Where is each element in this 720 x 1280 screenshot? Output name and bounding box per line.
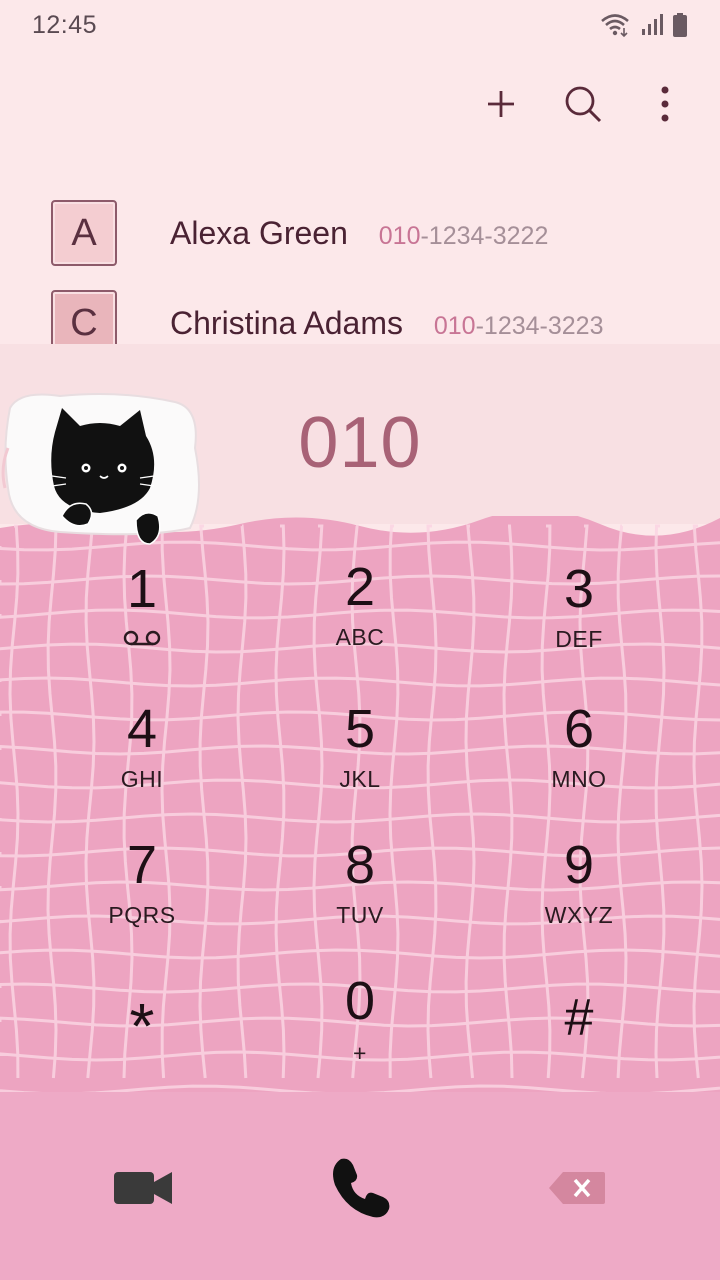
key-digit: 6 [563,699,595,759]
key-5[interactable]: 5 JKL [260,680,460,810]
key-letters: + [353,1040,367,1066]
wifi-icon [601,14,629,38]
contact-number-rest: -1234-3223 [475,311,604,340]
voicemail-icon [123,630,161,646]
contact-number-rest: -1234-3222 [420,221,549,250]
contact-initial-badge: A [51,200,117,266]
key-digit: 9 [563,835,595,895]
status-time: 12:45 [32,10,98,39]
dial-keypad: 1 2 ABC 3 DEF 4 GHI 5 JKL 6 MNO 7 PQRS 8… [0,520,720,1092]
plus-icon [488,91,514,117]
toolbar [476,72,690,136]
contact-number: 010-1234-3222 [379,222,549,250]
contact-suggestions: A Alexa Green 010-1234-3222 C Christina … [0,188,720,344]
contact-number-match: 010 [378,221,421,250]
key-letters: DEF [555,626,603,652]
key-digit: # [564,989,594,1047]
battery-icon [673,13,687,37]
contact-row[interactable]: A Alexa Green 010-1234-3222 [0,188,720,278]
key-digit: 8 [344,835,376,895]
call-button[interactable] [315,1150,405,1225]
more-vertical-icon [661,86,669,122]
key-digit: 2 [344,557,376,617]
key-4[interactable]: 4 GHI [42,680,242,810]
search-button[interactable] [558,79,608,129]
key-7[interactable]: 7 PQRS [42,816,242,946]
status-icons [600,12,688,38]
key-0[interactable]: 0 + [260,952,460,1082]
key-letters: MNO [551,766,607,792]
key-digit: 1 [126,559,158,619]
contact-initial-badge: C [51,290,117,344]
backspace-icon [549,1171,605,1204]
search-icon [565,86,602,123]
contact-name-text: Christina Adams [170,304,403,341]
key-2[interactable]: 2 ABC [260,540,460,670]
key-digit: 0 [344,971,376,1031]
contact-name: Christina Adams 010-1234-3223 [170,305,603,342]
key-letters: ABC [335,624,385,650]
key-digit: * [129,990,155,1062]
key-3[interactable]: 3 DEF [479,540,679,670]
video-call-button[interactable] [98,1150,188,1225]
key-hash[interactable]: # [479,952,679,1082]
contact-number-match: 010 [433,311,476,340]
contact-number: 010-1234-3223 [434,312,604,340]
key-digit: 4 [126,699,158,759]
video-call-icon [114,1171,172,1204]
key-8[interactable]: 8 TUV [260,816,460,946]
key-9[interactable]: 9 WXYZ [479,816,679,946]
contact-name: Alexa Green 010-1234-3222 [170,215,548,252]
add-contact-button[interactable] [476,79,526,129]
key-letters: JKL [339,766,381,792]
key-letters: TUV [336,902,384,928]
contact-row[interactable]: C Christina Adams 010-1234-3223 [0,278,720,344]
key-letters: PQRS [108,902,176,928]
backspace-button[interactable] [532,1150,622,1225]
key-1[interactable]: 1 [42,540,242,670]
key-letters: GHI [120,766,164,792]
signal-icon [642,14,663,35]
status-bar: 12:45 [0,0,720,50]
key-6[interactable]: 6 MNO [479,680,679,810]
contact-name-text: Alexa Green [170,214,348,251]
key-star[interactable]: * [42,952,242,1082]
more-options-button[interactable] [640,79,690,129]
key-digit: 5 [344,699,376,759]
key-digit: 3 [563,559,595,619]
phone-call-icon [333,1158,390,1217]
key-digit: 7 [126,835,158,895]
key-letters: WXYZ [544,902,614,928]
